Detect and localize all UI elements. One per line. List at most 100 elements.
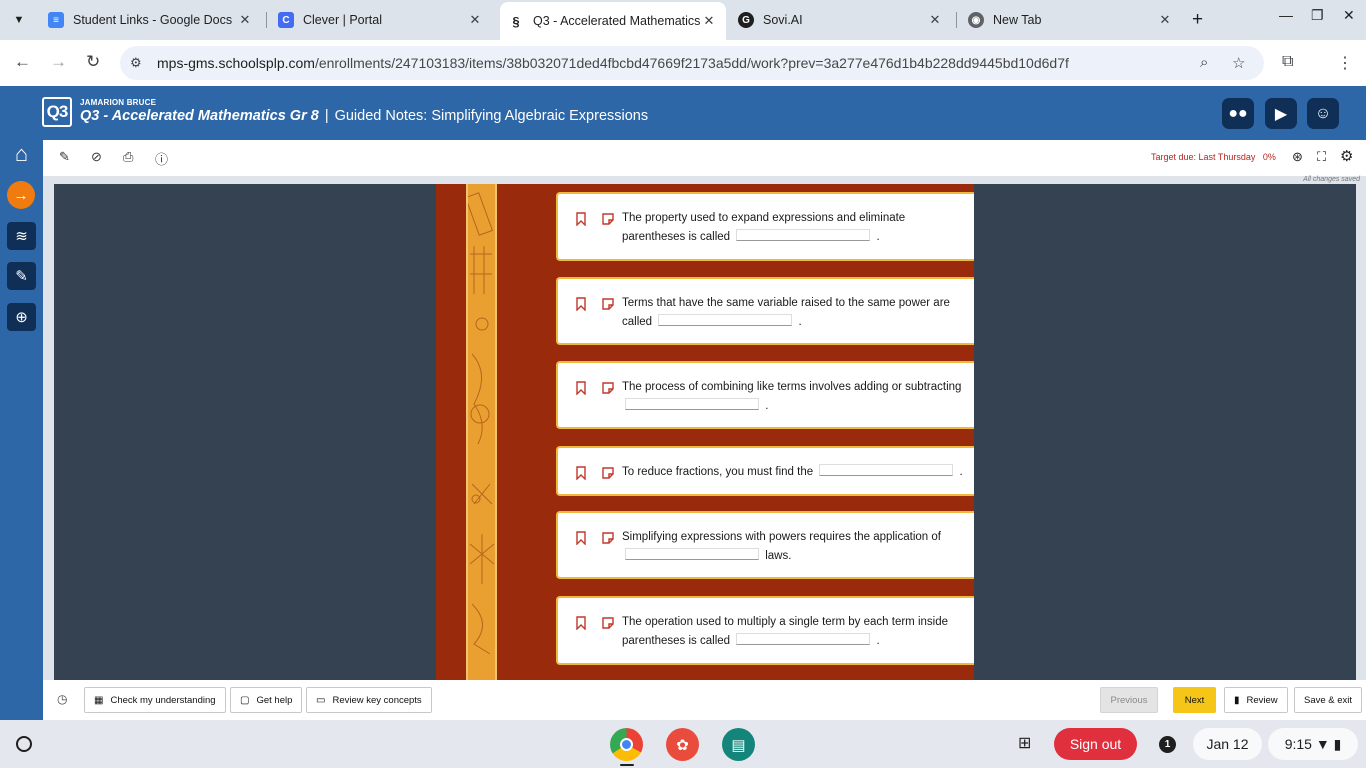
minimize-icon[interactable]: — <box>1279 7 1293 23</box>
answer-blank[interactable] <box>658 314 793 326</box>
url-text[interactable]: mps-gms.schoolsplp.com/enrollments/24710… <box>157 55 1069 71</box>
help-chat-icon: ▢ <box>240 694 250 706</box>
clever-icon: C <box>278 12 294 28</box>
tab-new-tab[interactable]: ◉ New Tab ✕ <box>960 4 1182 36</box>
bookmark-icon[interactable] <box>576 531 586 545</box>
system-tray[interactable]: 9:15 ▼ ▮ <box>1268 728 1358 760</box>
edgenuity-icon: § <box>512 13 520 29</box>
classroom-app-icon[interactable]: ▤ <box>722 728 755 761</box>
tab-title: Student Links - Google Docs <box>73 13 233 27</box>
activity-footer: ◷ ▦ Check my understanding ▢ Get help ▭ Rev… <box>43 680 1366 720</box>
close-icon[interactable]: ✕ <box>466 12 484 28</box>
print-icon[interactable]: ⎙ <box>123 149 133 165</box>
bookmark-star-icon[interactable]: ☆ <box>1232 54 1245 72</box>
activity-content: The property used to expand expressions … <box>54 184 1356 680</box>
answer-blank[interactable] <box>625 548 759 560</box>
tab-sovi[interactable]: G Sovi.AI ✕ <box>730 4 952 36</box>
settings-gear-icon[interactable]: ⚙ <box>1340 147 1353 165</box>
note-icon[interactable] <box>602 467 614 479</box>
chrome-icon: ◉ <box>968 12 984 28</box>
question-text: The process of combining like terms invo… <box>622 363 966 416</box>
fullscreen-icon[interactable]: ⛶ <box>1317 149 1326 165</box>
layers-icon[interactable]: ≋ <box>7 222 36 250</box>
question-suffix: . <box>798 316 802 328</box>
user-profile-icon[interactable]: ☺ <box>1307 98 1339 129</box>
review-key-concepts-label: Review key concepts <box>332 694 422 706</box>
url-host: mps-gms.schoolsplp.com <box>157 55 315 71</box>
window-close-icon[interactable]: ✕ <box>1343 7 1355 24</box>
wifi-icon: ▼ <box>1315 736 1330 752</box>
note-icon[interactable] <box>602 532 614 544</box>
question-card: Terms that have the same variable raised… <box>556 277 974 345</box>
maximize-icon[interactable]: ❐ <box>1311 7 1324 24</box>
reload-icon[interactable]: ↻ <box>86 52 100 72</box>
hide-annotations-icon[interactable]: ⊘ <box>91 149 102 165</box>
note-icon[interactable] <box>602 382 614 394</box>
answer-blank[interactable] <box>625 398 759 410</box>
target-due-text: Target due: Last Thursday <box>1151 152 1256 162</box>
tab-search-chevron-icon[interactable]: ▼ <box>6 8 32 32</box>
url-omnibox[interactable]: ⚙ mps-gms.schoolsplp.com/enrollments/247… <box>120 46 1264 80</box>
clock-history-icon[interactable]: ◷ <box>57 692 67 706</box>
check-understanding-button[interactable]: ▦ Check my understanding <box>84 687 226 713</box>
question-suffix: . <box>876 635 880 647</box>
tab-clever[interactable]: C Clever | Portal ✕ <box>270 4 492 36</box>
note-icon[interactable] <box>602 298 614 310</box>
close-icon[interactable]: ✕ <box>700 13 718 29</box>
video-camera-icon[interactable]: ▶ <box>1265 98 1297 129</box>
next-label: Next <box>1184 694 1205 706</box>
tab-accelerated-math[interactable]: § Q3 - Accelerated Mathematics ✕ <box>500 2 726 40</box>
bookmark-icon[interactable] <box>576 381 586 395</box>
answer-blank[interactable] <box>736 229 871 241</box>
launcher-icon[interactable] <box>16 736 32 752</box>
close-icon[interactable]: ✕ <box>236 12 254 28</box>
sign-out-button[interactable]: Sign out <box>1054 728 1137 760</box>
forward-arrow-icon[interactable]: → <box>50 52 67 72</box>
info-icon[interactable]: ⓘ <box>155 149 168 168</box>
chrome-menu-icon[interactable]: ⋮ <box>1337 53 1353 73</box>
target-due-status: Target due: Last Thursday 0% <box>1151 152 1276 162</box>
review-key-concepts-button[interactable]: ▭ Review key concepts <box>306 687 432 713</box>
review-button[interactable]: ▮ Review <box>1224 687 1288 713</box>
site-settings-icon[interactable]: ⚙ <box>130 55 142 71</box>
date-indicator[interactable]: Jan 12 <box>1193 728 1262 760</box>
bookmark-icon[interactable] <box>576 212 586 226</box>
go-arrow-icon[interactable]: → <box>7 181 35 209</box>
paint-palette-icon[interactable]: ✿ <box>666 728 699 761</box>
chat-bubble-icon[interactable]: ●● <box>1222 98 1254 129</box>
back-arrow-icon[interactable]: ← <box>14 52 31 72</box>
accessibility-icon[interactable]: ⊛ <box>1292 149 1303 165</box>
zoom-icon[interactable]: ⌕ <box>1200 54 1208 71</box>
previous-button[interactable]: Previous <box>1100 687 1158 713</box>
pen-tool-icon[interactable]: ✎ <box>59 149 70 165</box>
edit-pencil-icon[interactable]: ✎ <box>7 262 36 290</box>
chrome-app-icon[interactable] <box>610 728 643 761</box>
close-icon[interactable]: ✕ <box>926 12 944 28</box>
notification-count-badge[interactable]: 1 <box>1159 736 1176 753</box>
extensions-puzzle-icon[interactable]: ⧉ <box>1282 53 1293 71</box>
question-suffix: . <box>876 231 880 243</box>
check-understanding-label: Check my understanding <box>110 694 216 706</box>
answer-blank[interactable] <box>736 633 871 645</box>
tab-student-links[interactable]: ≡ Student Links - Google Docs ✕ <box>40 4 262 36</box>
google-docs-icon: ≡ <box>48 12 64 28</box>
tab-separator <box>956 12 957 28</box>
close-icon[interactable]: ✕ <box>1156 12 1174 28</box>
calculator-icon[interactable]: ⊕ <box>7 303 36 331</box>
question-text: Simplifying expressions with powers requ… <box>622 513 966 566</box>
new-tab-plus-icon[interactable]: + <box>1192 9 1203 31</box>
question-card: The operation used to multiply a single … <box>556 596 974 665</box>
note-icon[interactable] <box>602 213 614 225</box>
question-prompt: To reduce fractions, you must find the <box>622 466 814 478</box>
bookmark-icon[interactable] <box>576 616 586 630</box>
bookmark-icon[interactable] <box>576 466 586 480</box>
home-icon[interactable]: ⌂ <box>7 140 36 168</box>
tab-title: Sovi.AI <box>763 13 803 27</box>
get-help-button[interactable]: ▢ Get help <box>230 687 303 713</box>
save-exit-button[interactable]: Save & exit <box>1294 687 1363 713</box>
bookmark-icon[interactable] <box>576 297 586 311</box>
holding-space-icon[interactable]: ⊞ <box>1018 733 1031 753</box>
answer-blank[interactable] <box>819 464 954 476</box>
next-button[interactable]: Next <box>1173 687 1216 713</box>
note-icon[interactable] <box>602 617 614 629</box>
